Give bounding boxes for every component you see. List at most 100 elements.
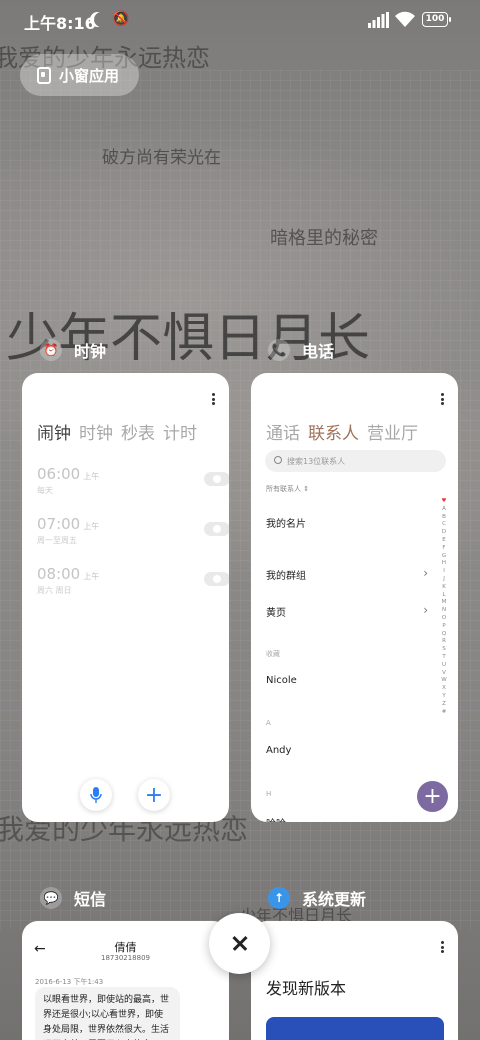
window-icon — [37, 66, 51, 84]
chevron-right-icon: › — [423, 566, 428, 580]
alarm-toggle[interactable] — [204, 572, 229, 586]
tab-clock[interactable]: 时钟 — [79, 419, 113, 444]
my-card-row[interactable]: 我的名片 — [266, 515, 306, 530]
recent-card-sms[interactable]: ← 倩倩 18730218809 2016-6-13 下午1:43 以眼看世界，… — [22, 921, 229, 1040]
tab-timer[interactable]: 计时 — [163, 419, 197, 444]
contact-search-input[interactable]: 搜索13位联系人 — [265, 450, 446, 472]
alphabet-index-letter[interactable]: K — [439, 584, 449, 592]
alarm-time: 07:00 — [37, 515, 81, 533]
alphabet-index-letter[interactable]: P — [439, 623, 449, 631]
alphabet-index-letter[interactable]: H — [439, 560, 449, 568]
status-time: 上午8:16 — [24, 14, 96, 33]
alphabet-index-letter[interactable]: Z — [439, 701, 449, 709]
alphabet-index-letter[interactable]: L — [439, 592, 449, 600]
alphabet-index-letter[interactable]: V — [439, 670, 449, 678]
alphabet-index-letter[interactable]: S — [439, 646, 449, 654]
alarm-item[interactable]: 06:00 上午 每天 — [37, 464, 229, 498]
add-alarm-button[interactable]: + — [138, 779, 170, 811]
plus-icon: + — [423, 784, 442, 809]
alarm-ampm: 上午 — [83, 522, 100, 531]
alphabet-index-letter[interactable]: Q — [439, 631, 449, 639]
more-icon[interactable] — [441, 393, 444, 405]
moon-icon — [94, 12, 109, 27]
tab-service[interactable]: 营业厅 — [367, 419, 418, 444]
alarm-item[interactable]: 07:00 上午 周一至周五 — [37, 514, 229, 548]
wifi-icon — [395, 11, 415, 27]
add-contact-button[interactable]: + — [417, 781, 448, 812]
alphabet-index[interactable]: ♥ A B C D E F G H I J K L M N O P Q R S T U V W X Y Z # — [439, 498, 449, 716]
tab-calls[interactable]: 通话 — [266, 419, 300, 444]
alarm-ampm: 上午 — [83, 472, 100, 481]
app-name: 电话 — [302, 342, 335, 361]
contact-row[interactable]: 哈哈 — [266, 815, 286, 822]
alphabet-index-letter[interactable]: Y — [439, 693, 449, 701]
alphabet-index-letter[interactable]: X — [439, 685, 449, 693]
floating-window-button[interactable]: 小窗应用 — [20, 54, 139, 96]
recent-card-phone[interactable]: 通话 联系人 营业厅 搜索13位联系人 所有联系人 ⇕ 我的名片 我的群组 › … — [251, 373, 458, 822]
recent-card-clock[interactable]: 闹钟 时钟 秒表 计时 06:00 上午 每天 07:00 上午 周一至周五 08:… — [22, 373, 229, 822]
alarm-ampm: 上午 — [83, 572, 100, 581]
floating-window-label: 小窗应用 — [59, 66, 120, 85]
recent-card-update[interactable]: 发现新版本 — [251, 921, 458, 1040]
app-label-phone: 📞 电话 — [268, 338, 334, 362]
alphabet-index-letter[interactable]: G — [439, 553, 449, 561]
alphabet-index-letter[interactable]: F — [439, 545, 449, 553]
signal-icon — [368, 12, 389, 28]
tab-stopwatch[interactable]: 秒表 — [121, 419, 155, 444]
section-header: A — [266, 719, 271, 727]
alphabet-index-letter[interactable]: B — [439, 514, 449, 522]
update-title: 发现新版本 — [266, 979, 347, 998]
contact-name: 倩倩 — [114, 941, 137, 954]
alphabet-index-letter[interactable]: I — [439, 568, 449, 576]
close-all-button[interactable] — [209, 913, 270, 974]
app-label-clock: ⏰ 时钟 — [40, 338, 106, 362]
chevron-right-icon: › — [423, 603, 428, 617]
tab-alarm[interactable]: 闹钟 — [37, 419, 71, 444]
yellow-pages-row[interactable]: 黄页 — [266, 604, 286, 619]
alarm-time: 06:00 — [37, 465, 81, 483]
contact-filter[interactable]: 所有联系人 ⇕ — [266, 484, 309, 494]
clock-icon: ⏰ — [40, 339, 62, 361]
alphabet-index-letter[interactable]: O — [439, 615, 449, 623]
tab-contacts[interactable]: 联系人 — [308, 419, 359, 444]
phone-tabs: 通话 联系人 营业厅 — [266, 419, 418, 444]
alphabet-index-letter[interactable]: U — [439, 662, 449, 670]
update-banner — [266, 1017, 444, 1040]
alarm-days: 每天 — [37, 486, 53, 495]
contact-row[interactable]: Andy — [266, 745, 291, 756]
bell-muted-icon: 🔕 — [112, 11, 130, 27]
app-label-sms: 💬 短信 — [40, 886, 106, 910]
alarm-item[interactable]: 08:00 上午 周六 周日 — [37, 564, 229, 598]
section-header: 收藏 — [266, 650, 280, 658]
contact-row[interactable]: Nicole — [266, 675, 297, 686]
more-icon[interactable] — [441, 941, 444, 953]
alarm-toggle[interactable] — [204, 472, 229, 486]
alphabet-index-letter[interactable]: # — [439, 709, 449, 717]
contact-number: 18730218809 — [101, 954, 150, 962]
alphabet-index-letter[interactable]: D — [439, 529, 449, 537]
alphabet-index-letter[interactable]: N — [439, 607, 449, 615]
alphabet-index-letter[interactable]: R — [439, 638, 449, 646]
section-header: H — [266, 790, 272, 798]
groups-row[interactable]: 我的群组 — [266, 567, 306, 582]
alphabet-index-letter[interactable]: W — [439, 677, 449, 685]
app-name: 短信 — [74, 890, 107, 909]
wallpaper-text: 暗格里的秘密 — [270, 228, 378, 249]
alphabet-index-letter[interactable]: T — [439, 654, 449, 662]
alphabet-index-letter[interactable]: A — [439, 506, 449, 514]
alphabet-index-letter[interactable]: C — [439, 521, 449, 529]
status-bar: 上午8:16 🔕 100 — [0, 0, 480, 40]
update-icon: ↑ — [268, 887, 290, 909]
mic-button[interactable] — [80, 779, 112, 811]
alphabet-index-letter[interactable]: E — [439, 537, 449, 545]
app-name: 系统更新 — [302, 890, 367, 909]
alphabet-index-letter[interactable]: J — [439, 576, 449, 584]
clock-tabs: 闹钟 时钟 秒表 计时 — [37, 419, 197, 444]
wallpaper-text: 破方尚有荣光在 — [102, 148, 221, 168]
alphabet-index-letter[interactable]: M — [439, 599, 449, 607]
alarm-toggle[interactable] — [204, 522, 229, 536]
alphabet-index-letter[interactable]: ♥ — [439, 498, 449, 506]
message-icon: 💬 — [40, 887, 62, 909]
alarm-time: 08:00 — [37, 565, 81, 583]
more-icon[interactable] — [212, 393, 215, 405]
